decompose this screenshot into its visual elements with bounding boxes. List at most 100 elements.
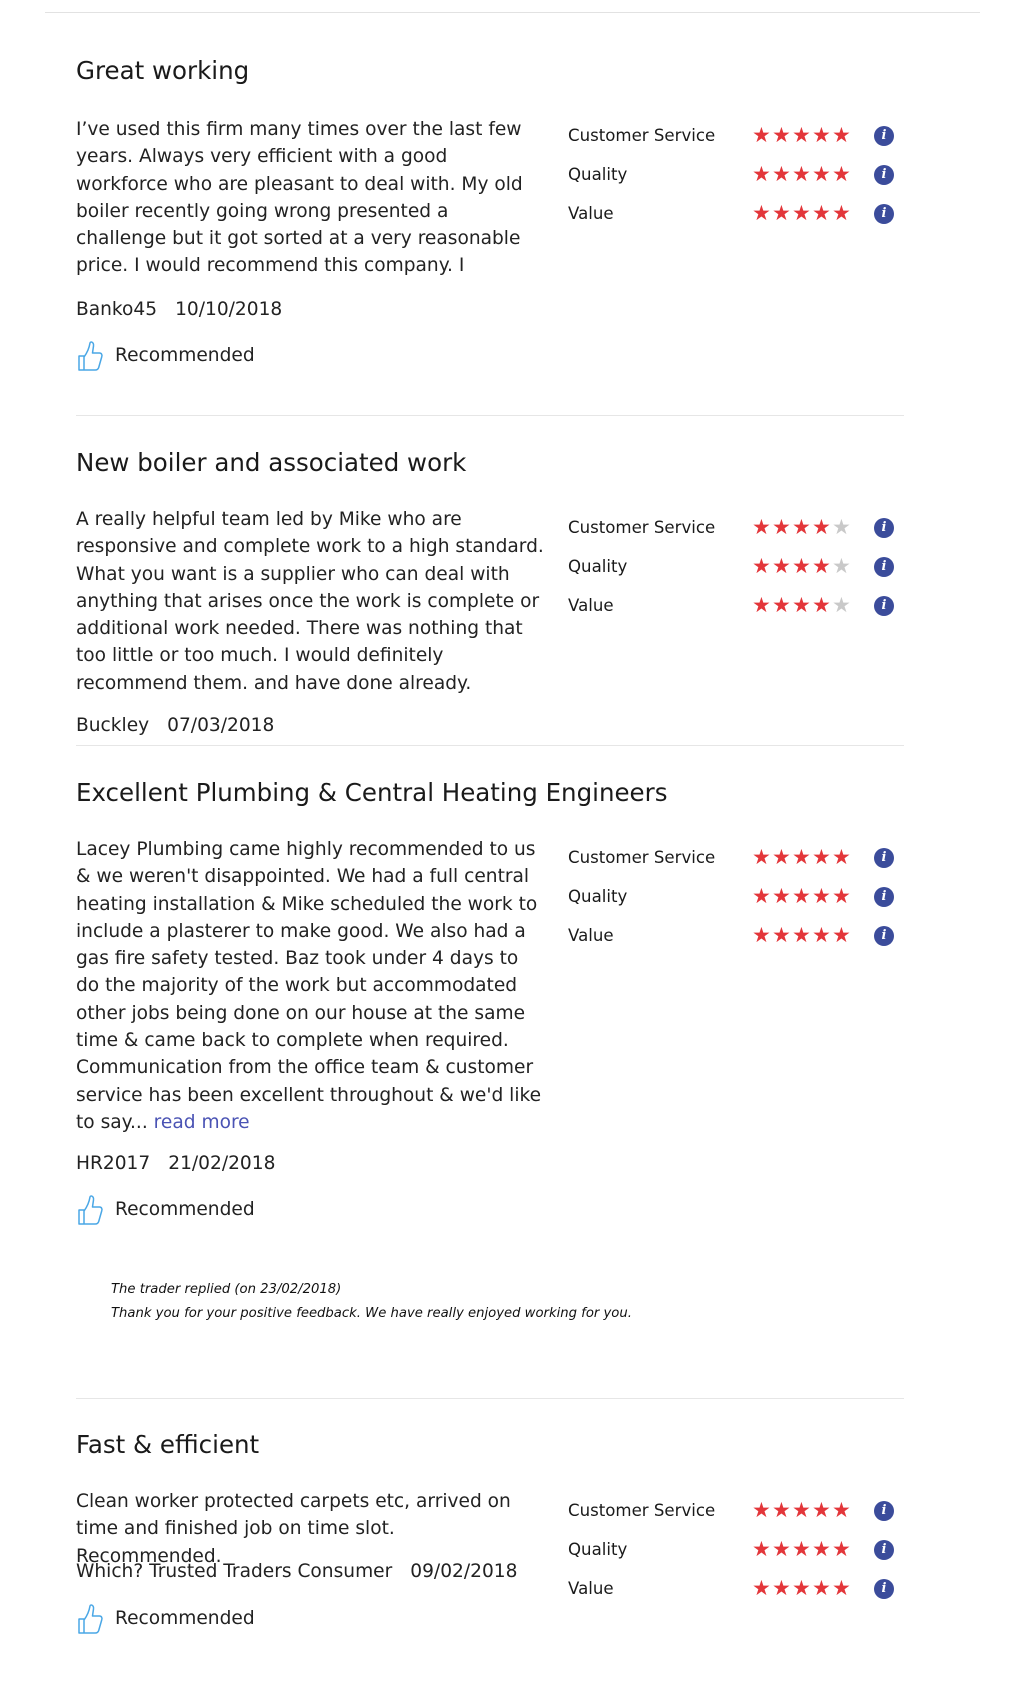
star-filled-icon: ★ <box>832 845 851 869</box>
review-body-text: Lacey Plumbing came highly recommended t… <box>76 839 542 1133</box>
star-filled-icon: ★ <box>772 554 791 578</box>
info-icon[interactable]: i <box>874 1540 894 1560</box>
recommended-badge: Recommended <box>76 1602 276 1636</box>
star-filled-icon: ★ <box>812 1498 831 1522</box>
reply-text: Thank you for your positive feedback. We… <box>111 1306 632 1321</box>
star-filled-icon: ★ <box>772 884 791 908</box>
info-icon[interactable]: i <box>874 1579 894 1599</box>
rating-label: Value <box>568 596 614 615</box>
star-filled-icon: ★ <box>792 515 811 539</box>
star-empty-icon: ★ <box>832 554 851 578</box>
star-filled-icon: ★ <box>832 923 851 947</box>
rating-quality: Quality ★ ★ ★ ★ ★ i <box>568 162 904 194</box>
star-filled-icon: ★ <box>812 884 831 908</box>
review-body: Lacey Plumbing came highly recommended t… <box>76 836 544 1136</box>
rating-customer-service: Customer Service ★ ★ ★ ★ ★ i <box>568 515 904 547</box>
star-filled-icon: ★ <box>792 923 811 947</box>
rating-quality: Quality ★ ★ ★ ★ ★ i <box>568 1537 904 1569</box>
trader-reply: The trader replied (on 23/02/2018) Thank… <box>111 1278 632 1326</box>
star-filled-icon: ★ <box>792 1498 811 1522</box>
star-filled-icon: ★ <box>752 1576 771 1600</box>
recommended-label: Recommended <box>115 1199 255 1220</box>
info-icon[interactable]: i <box>874 596 894 616</box>
star-filled-icon: ★ <box>812 201 831 225</box>
review-author: Buckley <box>76 715 150 736</box>
review-body: A really helpful team led by Mike who ar… <box>76 509 544 694</box>
review-body: I’ve used this firm many times over the … <box>76 119 523 277</box>
star-filled-icon: ★ <box>812 1576 831 1600</box>
rating-quality: Quality ★ ★ ★ ★ ★ i <box>568 554 904 586</box>
recommended-badge: Recommended <box>76 339 276 373</box>
star-filled-icon: ★ <box>832 1576 851 1600</box>
recommended-label: Recommended <box>115 345 255 366</box>
star-filled-icon: ★ <box>792 593 811 617</box>
recommended-label: Recommended <box>115 1608 255 1629</box>
star-filled-icon: ★ <box>812 1537 831 1561</box>
info-icon[interactable]: i <box>874 557 894 577</box>
star-filled-icon: ★ <box>792 201 811 225</box>
info-icon[interactable]: i <box>874 848 894 868</box>
rating-customer-service: Customer Service ★ ★ ★ ★ ★ i <box>568 1498 904 1530</box>
rating-value: Value ★ ★ ★ ★ ★ i <box>568 923 904 955</box>
review-date: 09/02/2018 <box>410 1561 518 1582</box>
info-icon[interactable]: i <box>874 926 894 946</box>
star-filled-icon: ★ <box>752 845 771 869</box>
star-filled-icon: ★ <box>812 845 831 869</box>
recommended-badge: Recommended <box>76 1193 276 1227</box>
review-date: 10/10/2018 <box>175 299 283 320</box>
review-meta: HR2017 21/02/2018 <box>76 1150 275 1177</box>
review-divider <box>76 745 904 746</box>
star-filled-icon: ★ <box>812 593 831 617</box>
review-author: HR2017 <box>76 1153 151 1174</box>
star-filled-icon: ★ <box>752 593 771 617</box>
review-meta: Buckley 07/03/2018 <box>76 712 274 739</box>
rating-label: Value <box>568 1579 614 1598</box>
star-filled-icon: ★ <box>832 201 851 225</box>
info-icon[interactable]: i <box>874 518 894 538</box>
star-filled-icon: ★ <box>772 123 791 147</box>
star-filled-icon: ★ <box>792 884 811 908</box>
rating-customer-service: Customer Service ★ ★ ★ ★ ★ i <box>568 123 904 155</box>
rating-label: Quality <box>568 165 628 184</box>
rating-value: Value ★ ★ ★ ★ ★ i <box>568 201 904 233</box>
star-filled-icon: ★ <box>772 1498 791 1522</box>
thumbs-up-icon <box>78 1195 103 1225</box>
star-filled-icon: ★ <box>792 1537 811 1561</box>
review-author: Banko45 <box>76 299 158 320</box>
star-filled-icon: ★ <box>772 593 791 617</box>
star-filled-icon: ★ <box>772 1576 791 1600</box>
rating-customer-service: Customer Service ★ ★ ★ ★ ★ i <box>568 845 904 877</box>
star-filled-icon: ★ <box>812 554 831 578</box>
rating-value: Value ★ ★ ★ ★ ★ i <box>568 1576 904 1608</box>
review-author: Which? Trusted Traders Consumer <box>76 1561 393 1582</box>
review-title: New boiler and associated work <box>76 448 467 477</box>
star-filled-icon: ★ <box>772 515 791 539</box>
star-filled-icon: ★ <box>752 162 771 186</box>
info-icon[interactable]: i <box>874 126 894 146</box>
star-filled-icon: ★ <box>752 201 771 225</box>
review-title: Excellent Plumbing & Central Heating Eng… <box>76 778 668 807</box>
rating-label: Quality <box>568 557 628 576</box>
reply-header: The trader replied (on 23/02/2018) <box>111 1282 342 1297</box>
info-icon[interactable]: i <box>874 1501 894 1521</box>
star-filled-icon: ★ <box>792 162 811 186</box>
rating-label: Customer Service <box>568 1501 716 1520</box>
read-more-link[interactable]: read more <box>154 1112 250 1133</box>
rating-label: Customer Service <box>568 848 716 867</box>
rating-label: Customer Service <box>568 518 716 537</box>
star-filled-icon: ★ <box>832 162 851 186</box>
info-icon[interactable]: i <box>874 887 894 907</box>
info-icon[interactable]: i <box>874 204 894 224</box>
star-filled-icon: ★ <box>812 515 831 539</box>
star-filled-icon: ★ <box>792 123 811 147</box>
rating-value: Value ★ ★ ★ ★ ★ i <box>568 593 904 625</box>
star-filled-icon: ★ <box>752 1537 771 1561</box>
rating-label: Value <box>568 926 614 945</box>
review-title: Fast & efficient <box>76 1430 260 1459</box>
star-empty-icon: ★ <box>832 593 851 617</box>
info-icon[interactable]: i <box>874 165 894 185</box>
star-filled-icon: ★ <box>832 1498 851 1522</box>
star-filled-icon: ★ <box>752 1498 771 1522</box>
star-filled-icon: ★ <box>812 123 831 147</box>
star-filled-icon: ★ <box>772 845 791 869</box>
